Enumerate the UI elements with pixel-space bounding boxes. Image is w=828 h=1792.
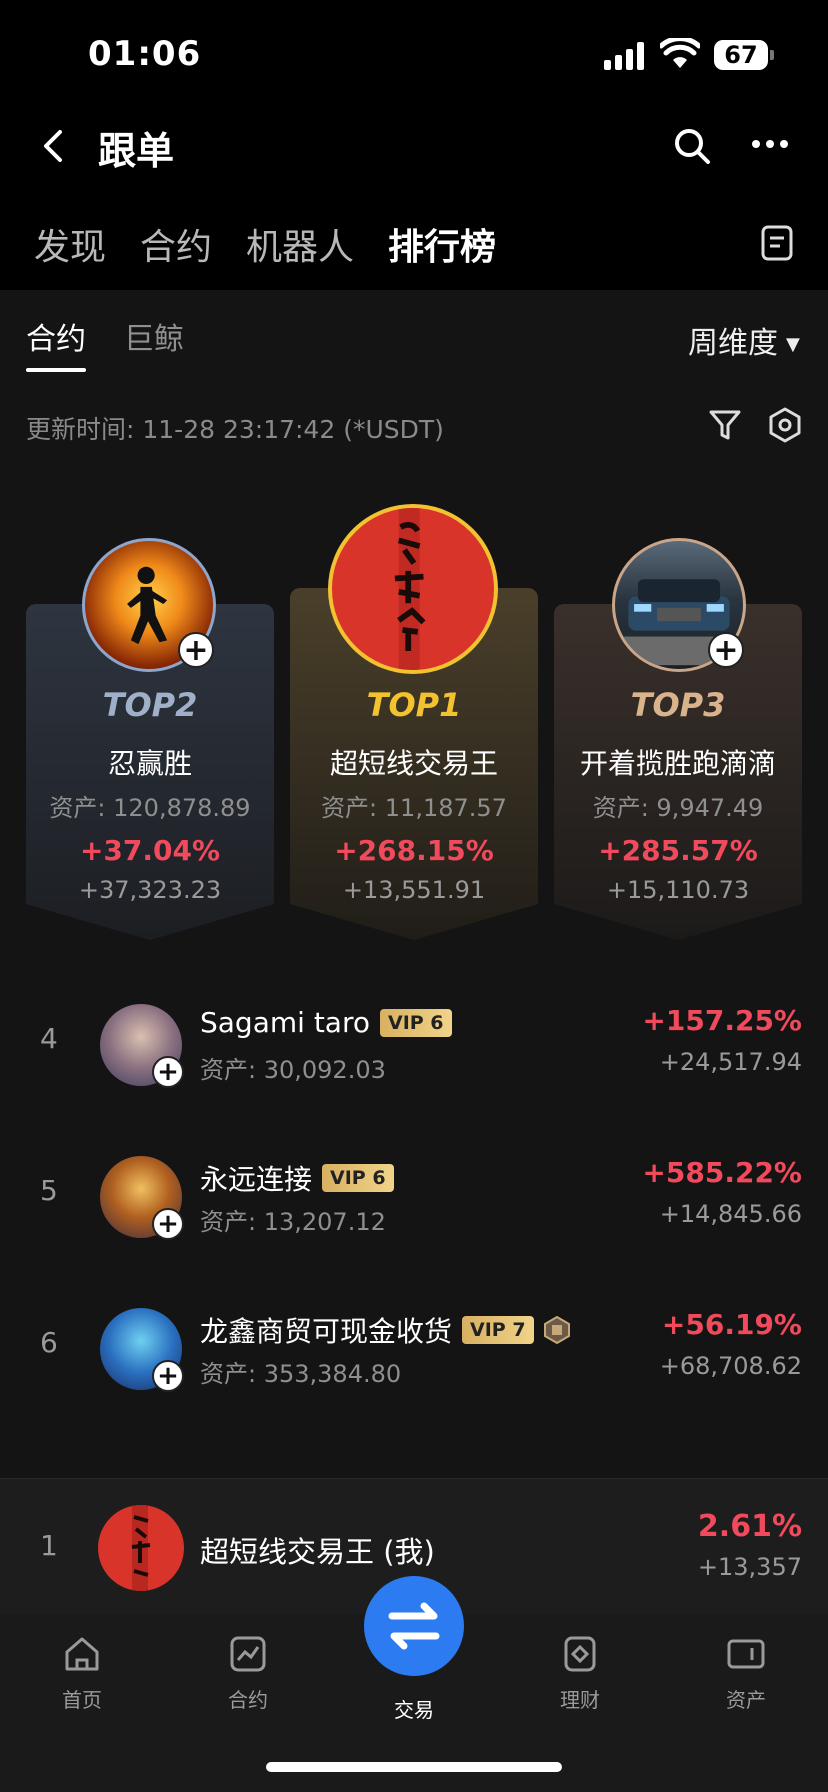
home-icon [65, 1637, 99, 1671]
calligraphy-avatar [394, 508, 426, 670]
tab-label: 合约 [228, 1688, 268, 1712]
podium-rank: TOP1 [366, 686, 462, 724]
swap-arrows-icon [388, 1602, 440, 1650]
podium-pct: +37.04% [79, 834, 221, 867]
wallet-icon [727, 1639, 765, 1669]
user-pnl: +14,845.66 [659, 1200, 802, 1228]
sub-tabs: 合约 巨鲸 [26, 314, 222, 372]
page-title: 跟单 [98, 129, 175, 173]
my-name: 超短线交易王 (我) [200, 1535, 435, 1569]
chart-icon [230, 1636, 266, 1672]
trade-label: 交易 [394, 1698, 434, 1722]
user-pnl: +24,517.94 [659, 1048, 802, 1076]
podium-name: 超短线交易王 [329, 747, 498, 780]
user-pct: +157.25% [642, 1004, 802, 1037]
period-dropdown[interactable]: 周维度 ▼ [688, 318, 800, 362]
user-name-line: Sagami taro VIP 6 [200, 1006, 452, 1039]
podium-name: 忍赢胜 [107, 747, 192, 780]
user-assets: 资产: 353,384.80 [200, 1360, 402, 1388]
more-options-icon[interactable] [748, 124, 792, 164]
user-pct: +585.22% [642, 1156, 802, 1189]
bottom-tab-home[interactable]: 首页 [22, 1634, 142, 1713]
podium-assets: 资产: 120,878.89 [49, 794, 251, 822]
my-pnl: +13,357 [697, 1553, 802, 1581]
period-label: 周维度 [688, 326, 778, 361]
tab-robot[interactable]: 机器人 [246, 218, 354, 268]
filter-icon[interactable] [708, 408, 742, 442]
trade-button[interactable] [364, 1576, 464, 1676]
podium-pct: +285.57% [598, 834, 758, 867]
calligraphy-avatar [131, 1505, 151, 1591]
list-item[interactable]: 6 + 龙鑫商贸可现金收货 VIP 7 资产: 353,384.80 +56.1… [0, 1292, 828, 1402]
follow-plus-icon[interactable]: + [152, 1360, 184, 1392]
follow-plus-icon[interactable]: + [152, 1208, 184, 1240]
caret-down-icon: ▼ [786, 334, 800, 355]
tab-contract[interactable]: 合约 [140, 218, 212, 268]
podium-pnl: +13,551.91 [342, 876, 486, 904]
podium-assets: 资产: 9,947.49 [592, 794, 764, 822]
follow-plus-icon[interactable]: + [152, 1056, 184, 1088]
vip-badge: VIP 6 [322, 1164, 394, 1192]
vip-badge: VIP 7 [462, 1316, 534, 1344]
subtab-whale[interactable]: 巨鲸 [124, 314, 184, 358]
tab-label: 理财 [560, 1688, 600, 1712]
rank-number: 6 [40, 1326, 58, 1359]
podium-rank: TOP3 [630, 686, 726, 724]
status-bar: 01:06 67 [0, 0, 828, 100]
podium-pnl: +15,110.73 [606, 876, 750, 904]
my-pct: 2.61% [697, 1509, 802, 1544]
user-name: 龙鑫商贸可现金收货 [200, 1315, 453, 1348]
user-name-line: 永远连接 VIP 6 [200, 1158, 394, 1198]
bottom-tab-finance[interactable]: 理财 [520, 1634, 640, 1713]
home-indicator [266, 1762, 562, 1772]
tab-label: 资产 [726, 1688, 766, 1712]
status-time: 01:06 [88, 34, 202, 74]
cellular-signal-icon [604, 42, 648, 70]
back-arrow-icon[interactable] [36, 126, 70, 166]
follow-plus-icon[interactable]: + [178, 632, 214, 668]
podium-name: 开着揽胜跑滴滴 [579, 747, 776, 780]
podium-rank: TOP2 [102, 686, 198, 724]
user-pnl: +68,708.62 [659, 1352, 802, 1380]
page-header: 跟单 [0, 110, 828, 180]
tab-leaderboard[interactable]: 排行榜 [388, 218, 496, 268]
list-item[interactable]: 4 + Sagami taro VIP 6 资产: 30,092.03 +157… [0, 988, 828, 1098]
my-avatar [98, 1505, 184, 1591]
follow-plus-icon[interactable]: + [708, 632, 744, 668]
user-name-line: 龙鑫商贸可现金收货 VIP 7 [200, 1310, 570, 1350]
battery-tip [770, 50, 774, 60]
my-rank-number: 1 [40, 1529, 58, 1562]
user-name: 永远连接 [200, 1163, 313, 1196]
avatar-top1[interactable] [328, 504, 498, 674]
updated-time: 更新时间: 11-28 23:17:42 (*USDT) [26, 415, 444, 444]
wallet-diamond-icon [564, 1636, 596, 1672]
bottom-tab-contract[interactable]: 合约 [188, 1634, 308, 1713]
user-assets: 资产: 30,092.03 [200, 1056, 386, 1084]
user-pct: +56.19% [661, 1308, 802, 1341]
top-tabs: 发现 合约 机器人 排行榜 [34, 218, 530, 268]
vip-badge: VIP 6 [379, 1008, 452, 1037]
subtab-contract[interactable]: 合约 [26, 314, 86, 372]
battery-indicator: 67 [714, 40, 768, 70]
medal-icon [543, 1316, 570, 1344]
tab-discover[interactable]: 发现 [34, 218, 106, 268]
user-name: Sagami taro [200, 1006, 370, 1039]
podium-assets: 资产: 11,187.57 [321, 794, 507, 822]
wifi-icon [660, 38, 700, 68]
rank-number: 4 [40, 1022, 58, 1055]
tab-label: 首页 [62, 1688, 102, 1712]
settings-icon[interactable] [766, 406, 804, 444]
podium-pnl: +37,323.23 [78, 876, 222, 904]
user-assets: 资产: 13,207.12 [200, 1208, 386, 1236]
podium-pct: +268.15% [334, 834, 494, 867]
rank-number: 5 [40, 1174, 58, 1207]
list-item[interactable]: 5 + 永远连接 VIP 6 资产: 13,207.12 +585.22% +1… [0, 1140, 828, 1250]
document-icon[interactable] [760, 224, 794, 262]
search-icon[interactable] [672, 126, 712, 166]
bottom-tab-assets[interactable]: 资产 [686, 1634, 806, 1713]
